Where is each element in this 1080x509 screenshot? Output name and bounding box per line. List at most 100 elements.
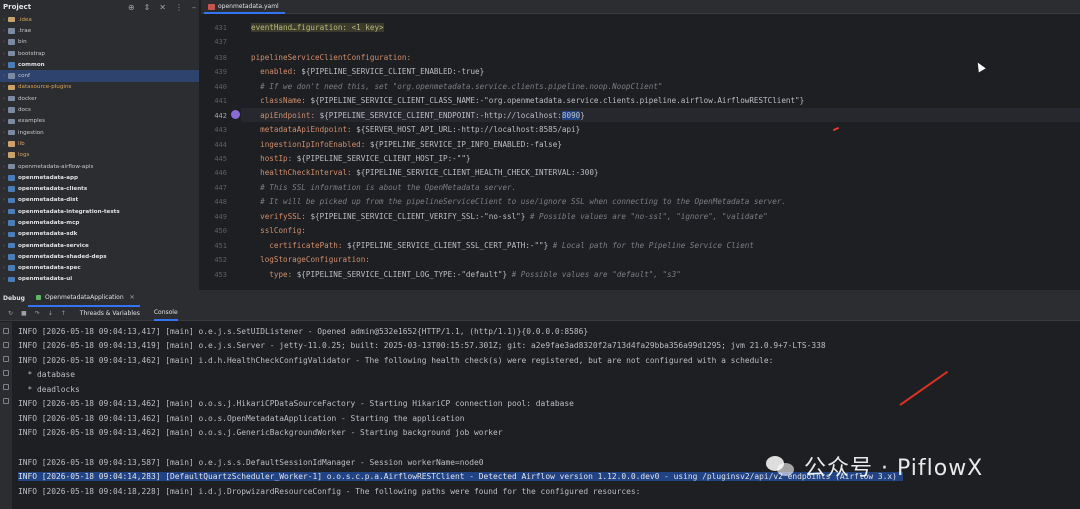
debug-session-tab[interactable]: OpenmetadataApplication ✕	[28, 290, 140, 307]
tab-console[interactable]: Console	[153, 307, 178, 321]
rerun-icon[interactable]: ↻	[8, 310, 13, 317]
chevron-right-icon[interactable]: ›	[0, 62, 8, 68]
tree-item[interactable]: › openmetadata-mcp	[0, 217, 199, 228]
run-config-icon	[36, 295, 41, 300]
breakpoint-icon[interactable]	[231, 110, 240, 119]
tree-item[interactable]: › openmetadata-app	[0, 172, 199, 183]
chevron-right-icon[interactable]: ›	[0, 209, 8, 215]
folder-icon	[8, 28, 15, 34]
console-line: INFO [2026-05-18 09:04:13,462] [main] i.…	[18, 356, 774, 365]
tree-item[interactable]: › docs	[0, 104, 199, 115]
tree-item[interactable]: › openmetadata-service	[0, 240, 199, 251]
chevron-right-icon[interactable]: ›	[0, 28, 8, 34]
chevron-right-icon[interactable]: ›	[0, 265, 8, 271]
folder-icon	[8, 141, 15, 147]
tree-item[interactable]: › lib	[0, 138, 199, 149]
expand-icon[interactable]: ⇕	[144, 3, 151, 12]
chevron-right-icon[interactable]: ›	[0, 130, 8, 136]
tab-openmetadata-yaml[interactable]: openmetadata.yaml	[204, 0, 285, 14]
more-icon[interactable]: ⋮	[175, 3, 183, 12]
stop-icon[interactable]: ■	[21, 310, 27, 317]
tree-item[interactable]: › openmetadata-sdk	[0, 229, 199, 240]
tree-item[interactable]: › openmetadata-clients	[0, 183, 199, 194]
code-line: enabled: ${PIPELINE_SERVICE_CLIENT_ENABL…	[260, 67, 485, 76]
chevron-right-icon[interactable]: ›	[0, 107, 8, 113]
tree-item[interactable]: › .trae	[0, 25, 199, 36]
tree-item[interactable]: › openmetadata-airflow-apis	[0, 161, 199, 172]
line-gutter: 431 437 438 439 440 441 442 443 444 445 446 447 448 4…	[201, 15, 241, 290]
tree-item-label: lib	[18, 140, 25, 147]
chevron-right-icon[interactable]: ›	[0, 51, 8, 57]
locate-icon[interactable]: ⊕	[128, 3, 135, 12]
tree-item[interactable]: › openmetadata-ui	[0, 274, 199, 285]
tree-item[interactable]: › openmetadata-spec	[0, 263, 199, 274]
chevron-right-icon[interactable]: ›	[0, 220, 8, 226]
code-line: logStorageConfiguration:	[260, 255, 370, 264]
chevron-right-icon[interactable]: ›	[0, 243, 8, 249]
tab-threads-variables[interactable]: Threads & Variables	[80, 307, 140, 321]
line-number: 451	[214, 242, 227, 250]
line-number: 444	[214, 141, 227, 149]
folder-icon	[8, 39, 15, 45]
wrap-icon[interactable]	[3, 370, 9, 376]
resume-icon[interactable]	[3, 328, 9, 334]
minimize-icon[interactable]: –	[192, 3, 196, 12]
step-over-icon[interactable]: ↷	[35, 310, 40, 317]
chevron-right-icon[interactable]: ›	[0, 276, 8, 282]
module-folder-icon	[8, 220, 15, 226]
tree-item[interactable]: › docker	[0, 93, 199, 104]
tree-item[interactable]: › bootstrap	[0, 48, 199, 59]
tree-item[interactable]: › datasource-plugins	[0, 82, 199, 93]
folder-icon	[8, 152, 15, 158]
step-out-icon[interactable]: ↑	[61, 310, 66, 317]
code-line: certificatePath: ${PIPELINE_SERVICE_CLIE…	[269, 241, 754, 250]
tree-item[interactable]: › openmetadata-shaded-deps	[0, 251, 199, 262]
step-into-icon[interactable]: ↓	[48, 310, 53, 317]
chevron-right-icon[interactable]: ›	[0, 197, 8, 203]
filter-icon[interactable]	[3, 356, 9, 362]
chevron-right-icon[interactable]: ›	[0, 73, 8, 79]
annotation-mark	[832, 126, 840, 132]
chevron-right-icon[interactable]: ›	[0, 118, 8, 124]
chevron-right-icon[interactable]: ›	[0, 175, 8, 181]
code-editor[interactable]: 431 437 438 439 440 441 442 443 444 445 446 447 448 4…	[201, 15, 1080, 290]
code-line: hostIp: ${PIPELINE_SERVICE_CLIENT_HOST_I…	[260, 154, 471, 163]
tree-item[interactable]: › common	[0, 59, 199, 70]
project-toolbar: ⊕ ⇕ ✕ ⋮ –	[128, 3, 196, 12]
chevron-right-icon[interactable]: ›	[0, 17, 8, 23]
tree-item[interactable]: › .idea	[0, 14, 199, 25]
tree-item[interactable]: › conf	[0, 70, 199, 82]
chevron-right-icon[interactable]: ›	[0, 39, 8, 45]
tree-item[interactable]: › openmetadata-integration-tests	[0, 206, 199, 217]
chevron-right-icon[interactable]: ›	[0, 164, 8, 170]
module-folder-icon	[8, 197, 15, 204]
tree-item[interactable]: › bin	[0, 37, 199, 48]
tree-item[interactable]: › logs	[0, 150, 199, 161]
print-icon[interactable]	[3, 384, 9, 390]
line-number: 437	[214, 38, 227, 46]
chevron-right-icon[interactable]: ›	[0, 231, 8, 237]
line-number: 447	[214, 184, 227, 192]
chevron-right-icon[interactable]: ›	[0, 84, 8, 90]
chevron-right-icon[interactable]: ›	[0, 152, 8, 158]
console-side-toolbar	[0, 322, 12, 509]
tree-item[interactable]: › ingestion	[0, 127, 199, 138]
settings-icon[interactable]	[3, 398, 9, 404]
chevron-right-icon[interactable]: ›	[0, 254, 8, 260]
chevron-right-icon[interactable]: ›	[0, 141, 8, 147]
tree-item[interactable]: › examples	[0, 116, 199, 127]
watermark: 公众号 · PiflowX	[766, 449, 983, 483]
tree-item-label: openmetadata-shaded-deps	[18, 253, 107, 260]
tree-item[interactable]: › openmetadata-dist	[0, 195, 199, 206]
line-number: 441	[214, 97, 227, 105]
code-line: sslConfig:	[260, 226, 306, 235]
project-tree: › .idea › .trae › bin › bootstrap › common › conf › d…	[0, 14, 199, 285]
module-folder-icon	[8, 276, 15, 283]
close-icon[interactable]: ✕	[159, 3, 166, 12]
chevron-right-icon[interactable]: ›	[0, 96, 8, 102]
console-line: INFO [2026-05-18 09:04:13,462] [main] o.…	[18, 414, 465, 423]
tree-item-label: bootstrap	[18, 50, 45, 57]
close-icon[interactable]: ✕	[130, 294, 135, 301]
pause-icon[interactable]	[3, 342, 9, 348]
chevron-right-icon[interactable]: ›	[0, 186, 8, 192]
